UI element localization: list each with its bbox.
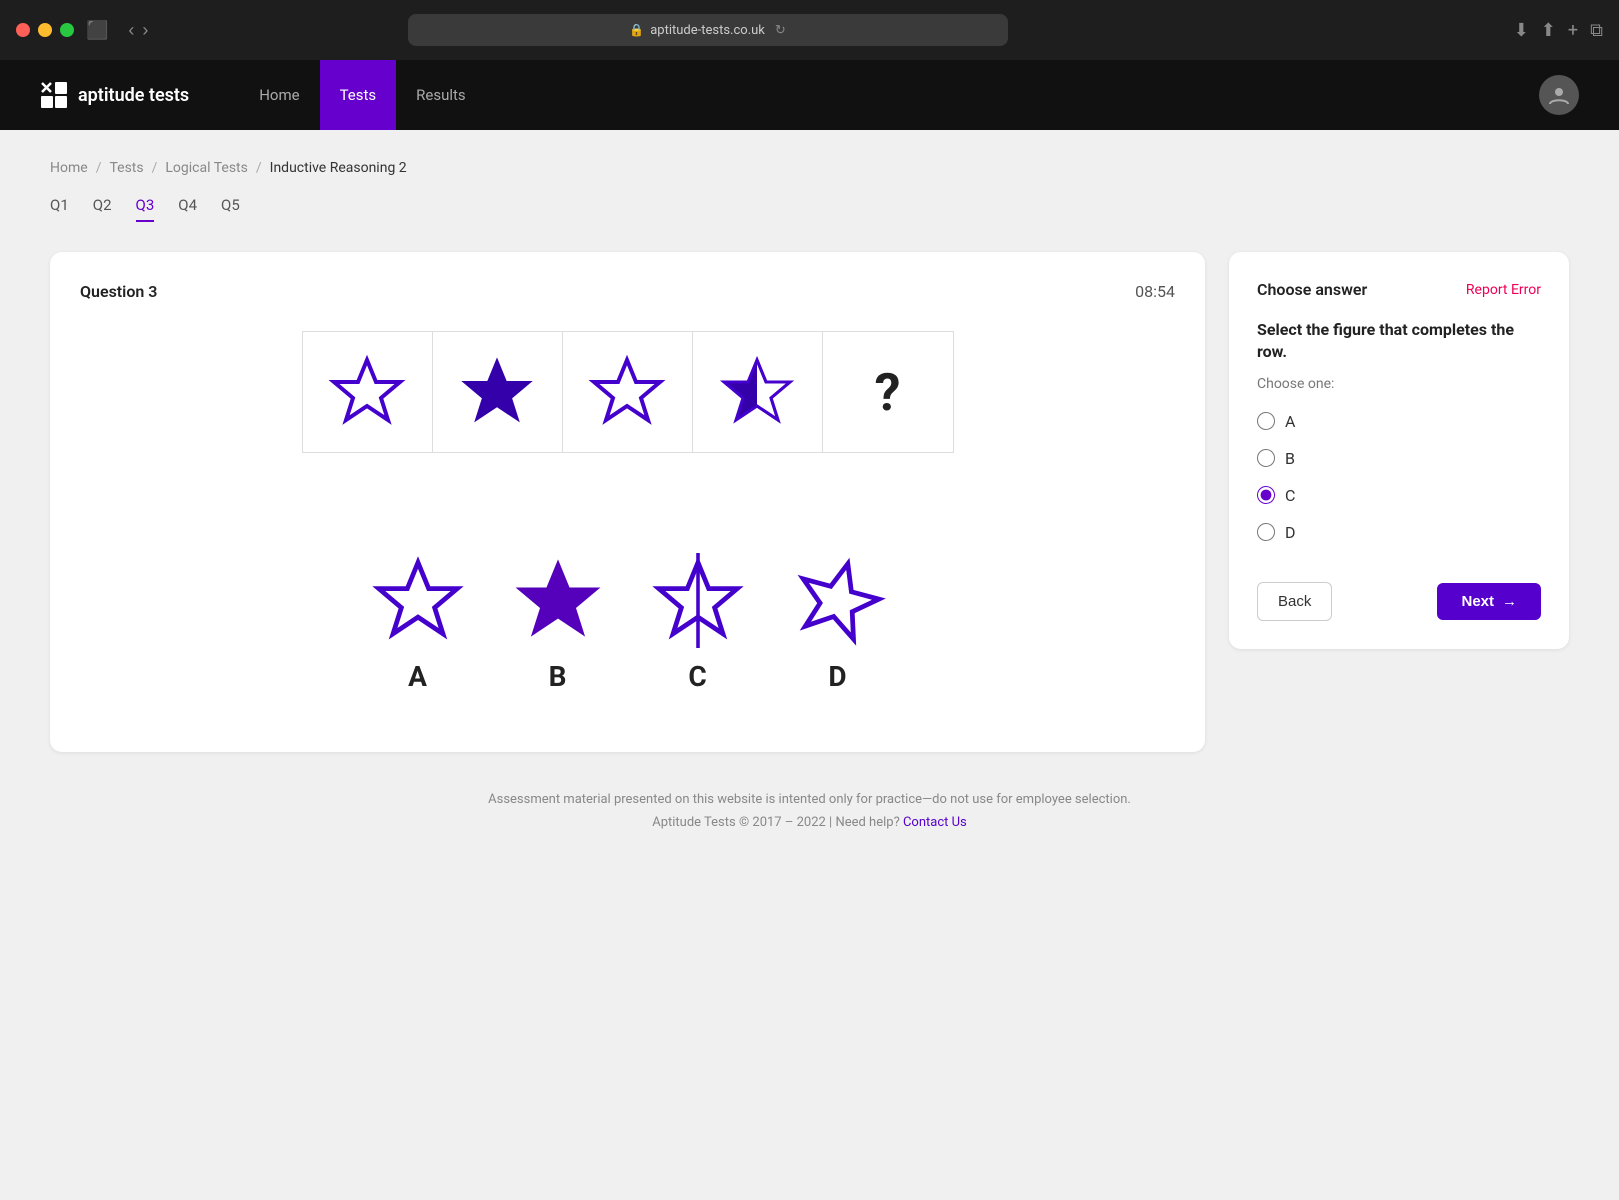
logo[interactable]: aptitude tests [40, 81, 189, 109]
tab-q3[interactable]: Q3 [136, 196, 155, 222]
question-title: Question 3 [80, 282, 157, 301]
navbar: aptitude tests Home Tests Results [0, 60, 1619, 130]
url-text: aptitude-tests.co.uk [650, 23, 765, 38]
reload-icon[interactable]: ↻ [775, 23, 786, 38]
answer-star-c [648, 553, 748, 648]
answer-panel: Choose answer Report Error Select the fi… [1229, 252, 1569, 649]
traffic-light-red[interactable] [16, 23, 30, 37]
question-header: Question 3 08:54 [80, 282, 1175, 301]
radio-c[interactable] [1257, 486, 1275, 504]
star-2 [457, 352, 537, 432]
traffic-light-yellow[interactable] [38, 23, 52, 37]
back-button[interactable]: Back [1257, 582, 1332, 621]
radio-options: A B C D [1257, 412, 1541, 542]
logo-icon [40, 81, 68, 109]
answer-label-b: B [549, 660, 567, 693]
answer-star-b [508, 553, 608, 648]
answer-star-d [788, 553, 888, 648]
download-icon[interactable]: ⬇ [1514, 20, 1529, 41]
panel-title: Choose answer [1257, 280, 1367, 299]
radio-label-d: D [1285, 523, 1296, 542]
main-layout: Question 3 08:54 [50, 252, 1569, 752]
next-arrow-icon: → [1502, 593, 1517, 610]
sidebar-toggle-button[interactable]: ⬛ [86, 20, 108, 41]
footer: Assessment material presented on this we… [50, 752, 1569, 850]
radio-b[interactable] [1257, 449, 1275, 467]
next-button[interactable]: Next → [1437, 583, 1541, 620]
radio-label-c: C [1285, 486, 1295, 505]
tab-q2[interactable]: Q2 [93, 196, 112, 222]
star-cell-2 [433, 332, 563, 452]
tab-q4[interactable]: Q4 [178, 196, 197, 222]
contact-us-link[interactable]: Contact Us [903, 815, 967, 830]
user-avatar[interactable] [1539, 75, 1579, 115]
radio-label-b: B [1285, 449, 1295, 468]
tab-q5[interactable]: Q5 [221, 196, 240, 222]
question-mark-symbol: ? [875, 362, 901, 423]
star-cell-3 [563, 332, 693, 452]
forward-button[interactable]: › [142, 20, 148, 41]
footer-copyright: Aptitude Tests © 2017 – 2022 | Need help… [50, 815, 1569, 830]
page-content: Home / Tests / Logical Tests / Inductive… [0, 130, 1619, 1200]
star-3 [587, 352, 667, 432]
lock-icon: 🔒 [629, 23, 644, 37]
nav-links: Home Tests Results [239, 60, 485, 130]
panel-header: Choose answer Report Error [1257, 280, 1541, 299]
address-bar[interactable]: 🔒 aptitude-tests.co.uk ↻ [408, 14, 1008, 46]
back-button[interactable]: ‹ [128, 20, 134, 41]
browser-chrome: ⬛ ‹ › 🔒 aptitude-tests.co.uk ↻ ⬇ ⬆ + ⧉ [0, 0, 1619, 60]
radio-label-a: A [1285, 412, 1295, 431]
radio-option-d[interactable]: D [1257, 523, 1541, 542]
next-label: Next [1461, 593, 1494, 610]
footer-disclaimer: Assessment material presented on this we… [50, 792, 1569, 807]
nav-tests[interactable]: Tests [320, 60, 397, 130]
breadcrumb: Home / Tests / Logical Tests / Inductive… [50, 160, 1569, 176]
answer-star-a [368, 553, 468, 648]
star-sequence: ? [302, 331, 954, 453]
star-cell-1 [303, 332, 433, 452]
tab-q1[interactable]: Q1 [50, 196, 69, 222]
window-icon[interactable]: ⧉ [1590, 20, 1603, 41]
answer-option-c: C [648, 553, 748, 693]
radio-a[interactable] [1257, 412, 1275, 430]
answer-option-d: D [788, 553, 888, 693]
answer-label-c: C [688, 660, 706, 693]
traffic-lights [16, 23, 74, 37]
answer-option-b: B [508, 553, 608, 693]
panel-instruction: Select the figure that completes the row… [1257, 319, 1541, 364]
nav-results[interactable]: Results [396, 60, 486, 130]
breadcrumb-logical[interactable]: Logical Tests [165, 160, 247, 176]
browser-actions: ⬇ ⬆ + ⧉ [1514, 20, 1603, 41]
choose-one-label: Choose one: [1257, 376, 1541, 392]
share-icon[interactable]: ⬆ [1541, 20, 1556, 41]
new-tab-icon[interactable]: + [1568, 20, 1578, 41]
traffic-light-green[interactable] [60, 23, 74, 37]
question-tabs: Q1 Q2 Q3 Q4 Q5 [50, 196, 1569, 222]
nav-home[interactable]: Home [239, 60, 319, 130]
logo-text: aptitude tests [78, 85, 189, 106]
radio-option-b[interactable]: B [1257, 449, 1541, 468]
answer-label-a: A [408, 660, 427, 693]
browser-nav-controls: ‹ › [128, 20, 148, 41]
breadcrumb-current: Inductive Reasoning 2 [270, 160, 407, 176]
radio-option-a[interactable]: A [1257, 412, 1541, 431]
logo-svg [40, 81, 68, 109]
answer-option-a: A [368, 553, 468, 693]
star-1 [327, 352, 407, 432]
question-card: Question 3 08:54 [50, 252, 1205, 752]
question-timer: 08:54 [1135, 282, 1175, 301]
breadcrumb-home[interactable]: Home [50, 160, 88, 176]
panel-actions: Back Next → [1257, 582, 1541, 621]
breadcrumb-tests[interactable]: Tests [109, 160, 143, 176]
radio-option-c[interactable]: C [1257, 486, 1541, 505]
star-cell-4 [693, 332, 823, 452]
report-error-link[interactable]: Report Error [1466, 282, 1541, 298]
answer-options: A B [80, 553, 1175, 693]
answer-label-d: D [828, 660, 846, 693]
star-4 [717, 352, 797, 432]
radio-d[interactable] [1257, 523, 1275, 541]
star-cell-question: ? [823, 332, 953, 452]
